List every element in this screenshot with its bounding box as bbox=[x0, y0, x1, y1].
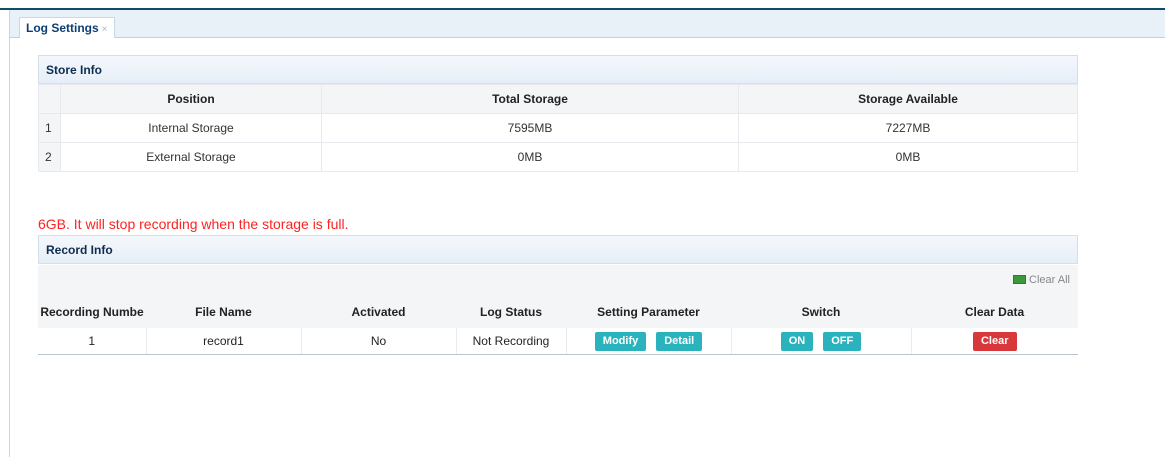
record-info-header: Record Info bbox=[38, 235, 1078, 264]
modify-button[interactable]: Modify bbox=[594, 331, 647, 351]
table-row[interactable]: 2 External Storage 0MB 0MB bbox=[38, 142, 1078, 172]
column-header-position: Position bbox=[60, 84, 322, 114]
store-info-header: Store Info bbox=[38, 55, 1078, 84]
column-header-switch: Switch bbox=[731, 295, 911, 328]
clear-button[interactable]: Clear bbox=[972, 331, 1017, 351]
cell-storage-available: 7227MB bbox=[738, 113, 1078, 143]
cell-position: External Storage bbox=[60, 142, 322, 172]
cell-activated: No bbox=[301, 328, 457, 355]
cell-position: Internal Storage bbox=[60, 113, 322, 143]
record-table-bottom-border bbox=[38, 354, 1078, 355]
row-index: 1 bbox=[38, 113, 61, 143]
record-info-title: Record Info bbox=[46, 243, 113, 257]
column-header-setting-parameter: Setting Parameter bbox=[566, 295, 731, 328]
column-header-activated: Activated bbox=[301, 295, 456, 328]
column-header-storage-available: Storage Available bbox=[738, 84, 1078, 114]
close-icon[interactable]: × bbox=[102, 24, 108, 35]
column-header-total-storage: Total Storage bbox=[321, 84, 739, 114]
table-header-row: Position Total Storage Storage Available bbox=[38, 84, 1078, 114]
cell-switch: ON OFF bbox=[731, 328, 912, 355]
column-header-log-status: Log Status bbox=[456, 295, 566, 328]
storage-warning: 6GB. It will stop recording when the sto… bbox=[38, 216, 349, 232]
table-row[interactable]: 1 record1 No Not Recording Modify Detail … bbox=[38, 328, 1078, 355]
column-header-recording-number: Recording Numbe bbox=[38, 295, 146, 328]
clear-all-icon bbox=[1013, 274, 1027, 284]
column-header-file-name: File Name bbox=[146, 295, 301, 328]
tab-log-settings[interactable]: Log Settings × bbox=[19, 17, 115, 38]
store-info-table: Position Total Storage Storage Available… bbox=[38, 84, 1078, 172]
table-row[interactable]: 1 Internal Storage 7595MB 7227MB bbox=[38, 113, 1078, 143]
cell-file-name: record1 bbox=[146, 328, 302, 355]
left-divider bbox=[9, 10, 10, 457]
index-header bbox=[38, 84, 61, 114]
clear-all-button[interactable]: Clear All bbox=[1013, 274, 1070, 286]
switch-on-button[interactable]: ON bbox=[780, 331, 814, 351]
table-header-row: Recording Numbe File Name Activated Log … bbox=[38, 295, 1078, 328]
tab-label: Log Settings bbox=[26, 21, 99, 35]
detail-button[interactable]: Detail bbox=[656, 331, 703, 351]
record-toolbar: Clear All bbox=[38, 265, 1078, 295]
switch-off-button[interactable]: OFF bbox=[823, 331, 862, 351]
record-info-table: Recording Numbe File Name Activated Log … bbox=[38, 295, 1078, 355]
cell-total-storage: 0MB bbox=[321, 142, 739, 172]
cell-recording-number: 1 bbox=[38, 328, 147, 355]
store-info-title: Store Info bbox=[46, 63, 102, 77]
cell-clear-data: Clear bbox=[911, 328, 1078, 355]
tab-bar: Log Settings × bbox=[10, 10, 1165, 38]
cell-storage-available: 0MB bbox=[738, 142, 1078, 172]
clear-all-label: Clear All bbox=[1029, 274, 1070, 286]
column-header-clear-data: Clear Data bbox=[911, 295, 1078, 328]
cell-total-storage: 7595MB bbox=[321, 113, 739, 143]
row-index: 2 bbox=[38, 142, 61, 172]
cell-log-status: Not Recording bbox=[456, 328, 567, 355]
cell-setting-parameter: Modify Detail bbox=[566, 328, 732, 355]
